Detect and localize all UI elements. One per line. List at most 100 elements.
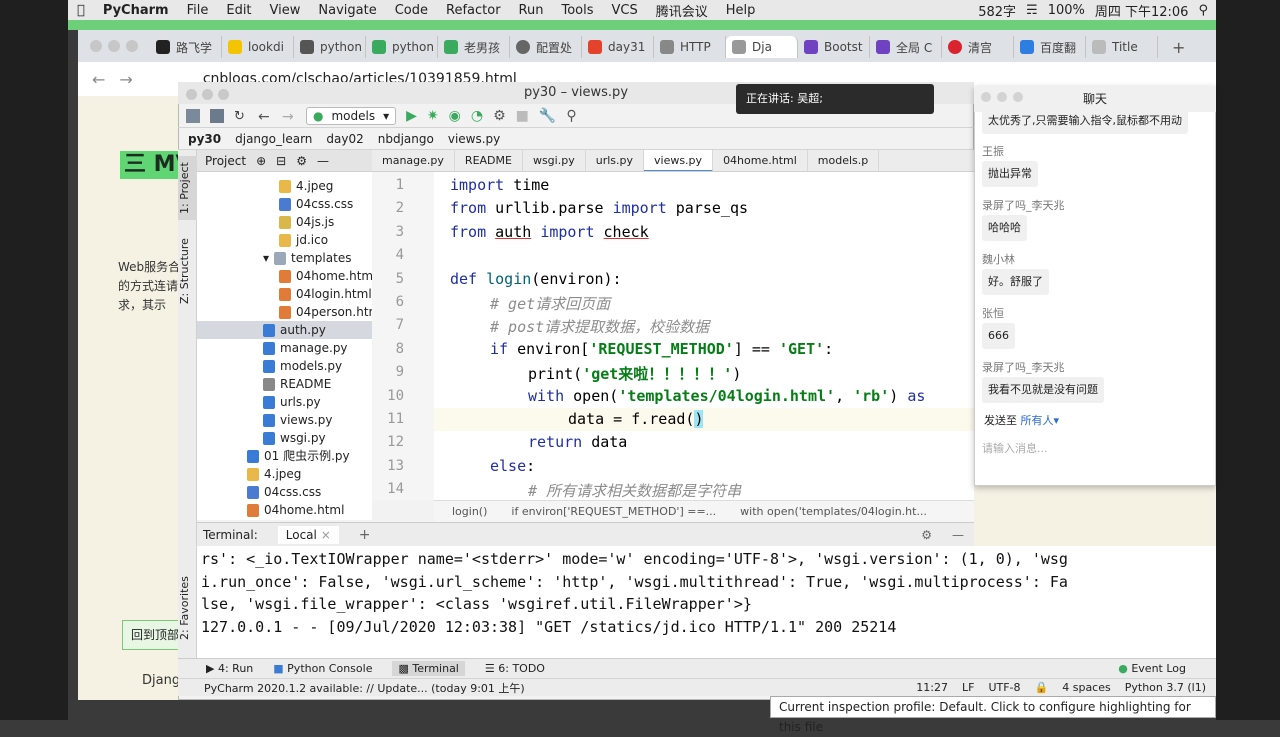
close-icon[interactable]: ×: [321, 528, 331, 542]
file-encoding[interactable]: UTF-8: [988, 681, 1020, 694]
battery-status[interactable]: 100%: [1048, 3, 1085, 18]
favorites-tool-tab[interactable]: 2: Favorites: [178, 570, 197, 646]
tree-item[interactable]: urls.py: [263, 393, 321, 411]
tree-item[interactable]: manage.py: [263, 339, 348, 357]
tree-item[interactable]: 04login.html: [279, 285, 372, 303]
tree-item[interactable]: 4.jpeg: [279, 177, 333, 195]
code-breadcrumb-item[interactable]: login(): [452, 505, 487, 518]
menu-vcs[interactable]: VCS: [603, 3, 647, 18]
browser-tab-active[interactable]: Dja: [726, 36, 798, 58]
concurrency-icon[interactable]: ⚙: [493, 108, 506, 124]
forward-button[interactable]: →: [119, 70, 132, 89]
editor-tab[interactable]: models.p: [808, 150, 880, 171]
breadcrumb-item[interactable]: nbdjango: [378, 132, 434, 146]
interpreter-setting[interactable]: Python 3.7 (l1): [1125, 681, 1206, 694]
menu-help[interactable]: Help: [717, 3, 765, 18]
menu-tools[interactable]: Tools: [552, 3, 602, 18]
browser-tab[interactable]: lookdi: [222, 36, 294, 58]
menu-refactor[interactable]: Refactor: [437, 3, 510, 18]
browser-tab[interactable]: python: [294, 36, 366, 58]
tree-item[interactable]: ▾ templates: [263, 249, 351, 267]
menu-file[interactable]: File: [178, 3, 218, 18]
minimize-window-button[interactable]: [202, 89, 213, 100]
lock-icon[interactable]: 🔒: [1035, 681, 1049, 694]
browser-tab[interactable]: HTTP: [654, 36, 726, 58]
coverage-icon[interactable]: ◉: [449, 108, 461, 124]
back-to-top-button[interactable]: 回到顶部: [122, 620, 182, 650]
search-icon[interactable]: ⚲: [1198, 3, 1208, 18]
structure-tool-tab[interactable]: Z: Structure: [178, 236, 197, 306]
browser-tab[interactable]: 全局 C: [870, 36, 942, 58]
tree-item[interactable]: 04person.htm: [279, 303, 380, 321]
browser-tab[interactable]: 老男孩: [438, 36, 510, 58]
tree-item[interactable]: auth.py: [197, 321, 372, 339]
wifi-icon[interactable]: ☴: [1026, 3, 1038, 18]
minimize-window-button[interactable]: [997, 92, 1007, 102]
terminal-tab[interactable]: ▩ Terminal: [392, 661, 465, 676]
browser-tab[interactable]: Bootst: [798, 36, 870, 58]
open-folder-icon[interactable]: [186, 108, 200, 123]
menu-view[interactable]: View: [261, 3, 310, 18]
breadcrumb-item[interactable]: django_learn: [235, 132, 312, 146]
hide-icon[interactable]: —: [952, 528, 974, 542]
tree-item[interactable]: jd.ico: [279, 231, 328, 249]
run-icon[interactable]: ▶: [406, 108, 417, 124]
tree-item[interactable]: 04css.css: [279, 195, 353, 213]
new-tab-button[interactable]: +: [1172, 38, 1185, 57]
hide-icon[interactable]: —: [317, 154, 329, 168]
browser-tab[interactable]: 配置处: [510, 36, 582, 58]
cursor-position[interactable]: 11:27: [916, 681, 948, 694]
editor-tab[interactable]: 04home.html: [713, 150, 808, 171]
editor-tab[interactable]: manage.py: [372, 150, 455, 171]
editor-tab[interactable]: urls.py: [586, 150, 644, 171]
tree-item[interactable]: 04js.js: [279, 213, 334, 231]
menu-run[interactable]: Run: [510, 3, 553, 18]
zoom-window-button[interactable]: [1013, 92, 1023, 102]
back-button[interactable]: ←: [92, 70, 105, 89]
debug-icon[interactable]: ✷: [427, 108, 439, 124]
update-status[interactable]: PyCharm 2020.1.2 available: // Update...…: [204, 680, 525, 696]
new-terminal-button[interactable]: +: [359, 527, 371, 543]
browser-tab[interactable]: day31: [582, 36, 654, 58]
tree-item[interactable]: 01 爬虫示例.py: [247, 447, 350, 465]
chevron-down-icon[interactable]: ▾: [263, 249, 269, 267]
tree-item[interactable]: models.py: [263, 357, 342, 375]
editor-tab[interactable]: README: [455, 150, 523, 171]
browser-tab[interactable]: python: [366, 36, 438, 58]
tree-item[interactable]: 4.jpeg: [247, 465, 301, 483]
search-everywhere-icon[interactable]: ⚲: [566, 108, 576, 124]
run-tab[interactable]: ▶ 4: Run: [206, 662, 253, 675]
gear-icon[interactable]: ⚙: [921, 528, 932, 542]
tree-item[interactable]: 04css.css: [247, 483, 321, 501]
tree-item[interactable]: views.py: [263, 411, 332, 429]
apple-icon[interactable]: : [68, 3, 94, 18]
editor-tab[interactable]: wsgi.py: [523, 150, 586, 171]
browser-tab[interactable]: 清宫: [942, 36, 1014, 58]
todo-tab[interactable]: ☰ 6: TODO: [485, 662, 545, 675]
indent-setting[interactable]: 4 spaces: [1062, 681, 1111, 694]
sync-icon[interactable]: ↻: [234, 109, 248, 124]
collapse-icon[interactable]: ⊟: [276, 154, 286, 168]
breadcrumb-item[interactable]: py30: [188, 132, 221, 146]
wrench-icon[interactable]: 🔧: [539, 108, 556, 124]
tree-item[interactable]: wsgi.py: [263, 429, 326, 447]
menu-meeting[interactable]: 腾讯会议: [647, 1, 717, 20]
code-breadcrumb-item[interactable]: if environ['REQUEST_METHOD'] ==...: [511, 505, 716, 518]
forward-icon[interactable]: →: [282, 109, 296, 125]
breadcrumb-item[interactable]: views.py: [448, 132, 500, 146]
python-console-tab[interactable]: ■ Python Console: [273, 662, 372, 675]
browser-tab[interactable]: 百度翻: [1014, 36, 1086, 58]
gear-icon[interactable]: ⚙: [296, 154, 307, 168]
close-window-button[interactable]: [186, 89, 197, 100]
breadcrumb-item[interactable]: day02: [326, 132, 363, 146]
tree-item[interactable]: 04home.html: [279, 267, 376, 285]
stop-icon[interactable]: ■: [516, 108, 529, 124]
line-separator[interactable]: LF: [962, 681, 974, 694]
chat-input[interactable]: 请输入消息...: [982, 440, 1048, 456]
code-breadcrumb-item[interactable]: with open('templates/04login.ht...: [740, 505, 927, 518]
zoom-window-button[interactable]: [218, 89, 229, 100]
profile-icon[interactable]: ◔: [471, 108, 483, 124]
tree-item[interactable]: README: [263, 375, 331, 393]
run-config-select[interactable]: ● models ▾: [306, 106, 397, 125]
back-icon[interactable]: ←: [258, 109, 272, 125]
